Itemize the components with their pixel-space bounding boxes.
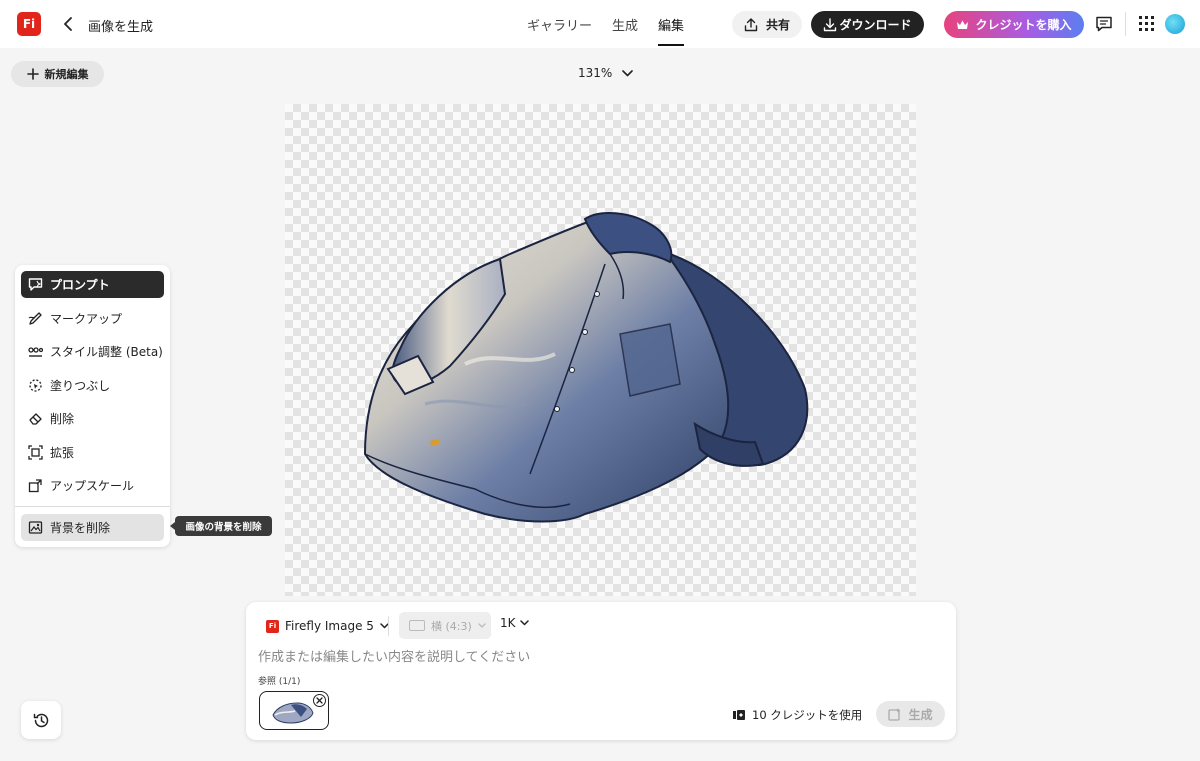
top-header: Fi 画像を生成 ギャラリー 生成 編集 共有 ダウンロード クレジットを購入 xyxy=(0,0,1200,48)
firefly-model-icon: Fi xyxy=(266,619,279,633)
share-label: 共有 xyxy=(765,18,790,32)
reference-label: 参照 (1/1) xyxy=(258,677,301,687)
markup-icon xyxy=(28,311,42,325)
zoom-level: 131% xyxy=(578,66,613,80)
reference-thumbnail[interactable] xyxy=(259,691,329,730)
tab-edit[interactable]: 編集 xyxy=(658,0,685,48)
tool-divider xyxy=(15,505,170,507)
tool-label: 塗りつぶし xyxy=(50,378,111,393)
tool-label: マークアップ xyxy=(50,311,123,326)
tool-upscale[interactable]: アップスケール xyxy=(21,472,164,499)
download-button[interactable]: ダウンロード xyxy=(811,11,924,38)
new-edit-label: 新規編集 xyxy=(44,68,89,81)
download-label: ダウンロード xyxy=(839,18,912,32)
buy-credits-button[interactable]: クレジットを購入 xyxy=(944,11,1084,38)
tab-generate[interactable]: 生成 xyxy=(612,0,638,48)
buy-credits-label: クレジットを購入 xyxy=(975,18,1072,32)
model-logo-text: Fi xyxy=(268,622,277,630)
tool-remove[interactable]: 削除 xyxy=(21,405,164,432)
tool-fill[interactable]: 塗りつぶし xyxy=(21,372,164,399)
crown-icon xyxy=(957,20,969,29)
main-tabs: ギャラリー 生成 編集 xyxy=(527,0,685,48)
grid-icon[interactable] xyxy=(1139,16,1154,31)
prompt-icon xyxy=(28,278,43,291)
chevron-down-icon xyxy=(519,620,529,626)
resolution-dropdown[interactable]: 1K xyxy=(500,616,529,630)
tool-label: プロンプト xyxy=(50,278,110,292)
tool-label: 背景を削除 xyxy=(50,520,111,535)
tool-label: 削除 xyxy=(50,412,75,426)
tool-label: スタイル調整 (Beta) xyxy=(50,345,163,359)
credits-icon xyxy=(733,710,745,720)
image-canvas[interactable] xyxy=(285,104,916,596)
history-icon xyxy=(33,713,48,727)
zoom-dropdown[interactable]: 131% xyxy=(578,66,634,80)
share-button[interactable]: 共有 xyxy=(732,11,802,38)
resolution-label: 1K xyxy=(500,616,516,630)
credits-info: 10 クレジットを使用 xyxy=(732,707,862,723)
erase-icon xyxy=(29,413,42,425)
page-title: 画像を生成 xyxy=(88,20,154,35)
generate-label: 生成 xyxy=(908,707,933,722)
chevron-down-icon xyxy=(478,623,486,628)
tooltip: 画像の背景を削除 xyxy=(170,516,272,536)
style-adjust-icon xyxy=(28,347,43,357)
chevron-left-icon xyxy=(64,17,72,31)
close-icon[interactable] xyxy=(313,694,326,707)
tab-gallery[interactable]: ギャラリー xyxy=(527,0,592,48)
prompt-divider xyxy=(388,616,389,636)
tool-label: アップスケール xyxy=(50,479,135,493)
tool-label: 拡張 xyxy=(50,445,75,460)
tool-remove-background[interactable]: 背景を削除 xyxy=(21,513,164,541)
back-button[interactable] xyxy=(60,14,76,34)
model-label: Firefly Image 5 xyxy=(285,619,374,633)
comment-icon[interactable] xyxy=(1095,15,1113,33)
shirt-image xyxy=(363,212,809,523)
header-divider xyxy=(1125,12,1126,36)
firefly-logo[interactable]: Fi xyxy=(17,12,41,36)
prompt-input[interactable] xyxy=(258,647,938,667)
expand-icon xyxy=(28,444,43,460)
remove-background-icon xyxy=(28,520,43,534)
prompt-panel: Fi Firefly Image 5 横 (4:3) 1K 参照 (1/1) 1… xyxy=(246,602,956,740)
tool-prompt[interactable]: プロンプト xyxy=(21,271,164,298)
credits-label: 10 クレジットを使用 xyxy=(752,708,863,722)
aspect-ratio-label: 横 (4:3) xyxy=(431,619,472,633)
tool-style-adjust[interactable]: スタイル調整 (Beta) xyxy=(21,338,164,365)
aspect-ratio-dropdown[interactable]: 横 (4:3) xyxy=(399,612,491,639)
landscape-icon xyxy=(409,620,425,631)
chevron-down-icon xyxy=(622,69,634,76)
fill-icon xyxy=(29,378,42,392)
new-edit-button[interactable]: 新規編集 xyxy=(11,61,104,87)
generate-icon xyxy=(888,708,901,721)
generate-button[interactable]: 生成 xyxy=(876,701,945,727)
history-button[interactable] xyxy=(21,701,61,739)
plus-icon xyxy=(26,68,39,80)
avatar[interactable] xyxy=(1165,14,1185,34)
model-dropdown[interactable]: Fi Firefly Image 5 xyxy=(260,614,395,638)
upload-icon xyxy=(744,17,758,31)
tool-expand[interactable]: 拡張 xyxy=(21,439,164,466)
upscale-icon xyxy=(28,479,42,493)
tool-markup[interactable]: マークアップ xyxy=(21,305,164,332)
tool-panel: プロンプト マークアップ スタイル調整 (Beta) 塗りつぶし 削除 拡張 ア… xyxy=(15,265,170,547)
logo-text: Fi xyxy=(22,17,36,31)
download-icon xyxy=(824,17,837,31)
